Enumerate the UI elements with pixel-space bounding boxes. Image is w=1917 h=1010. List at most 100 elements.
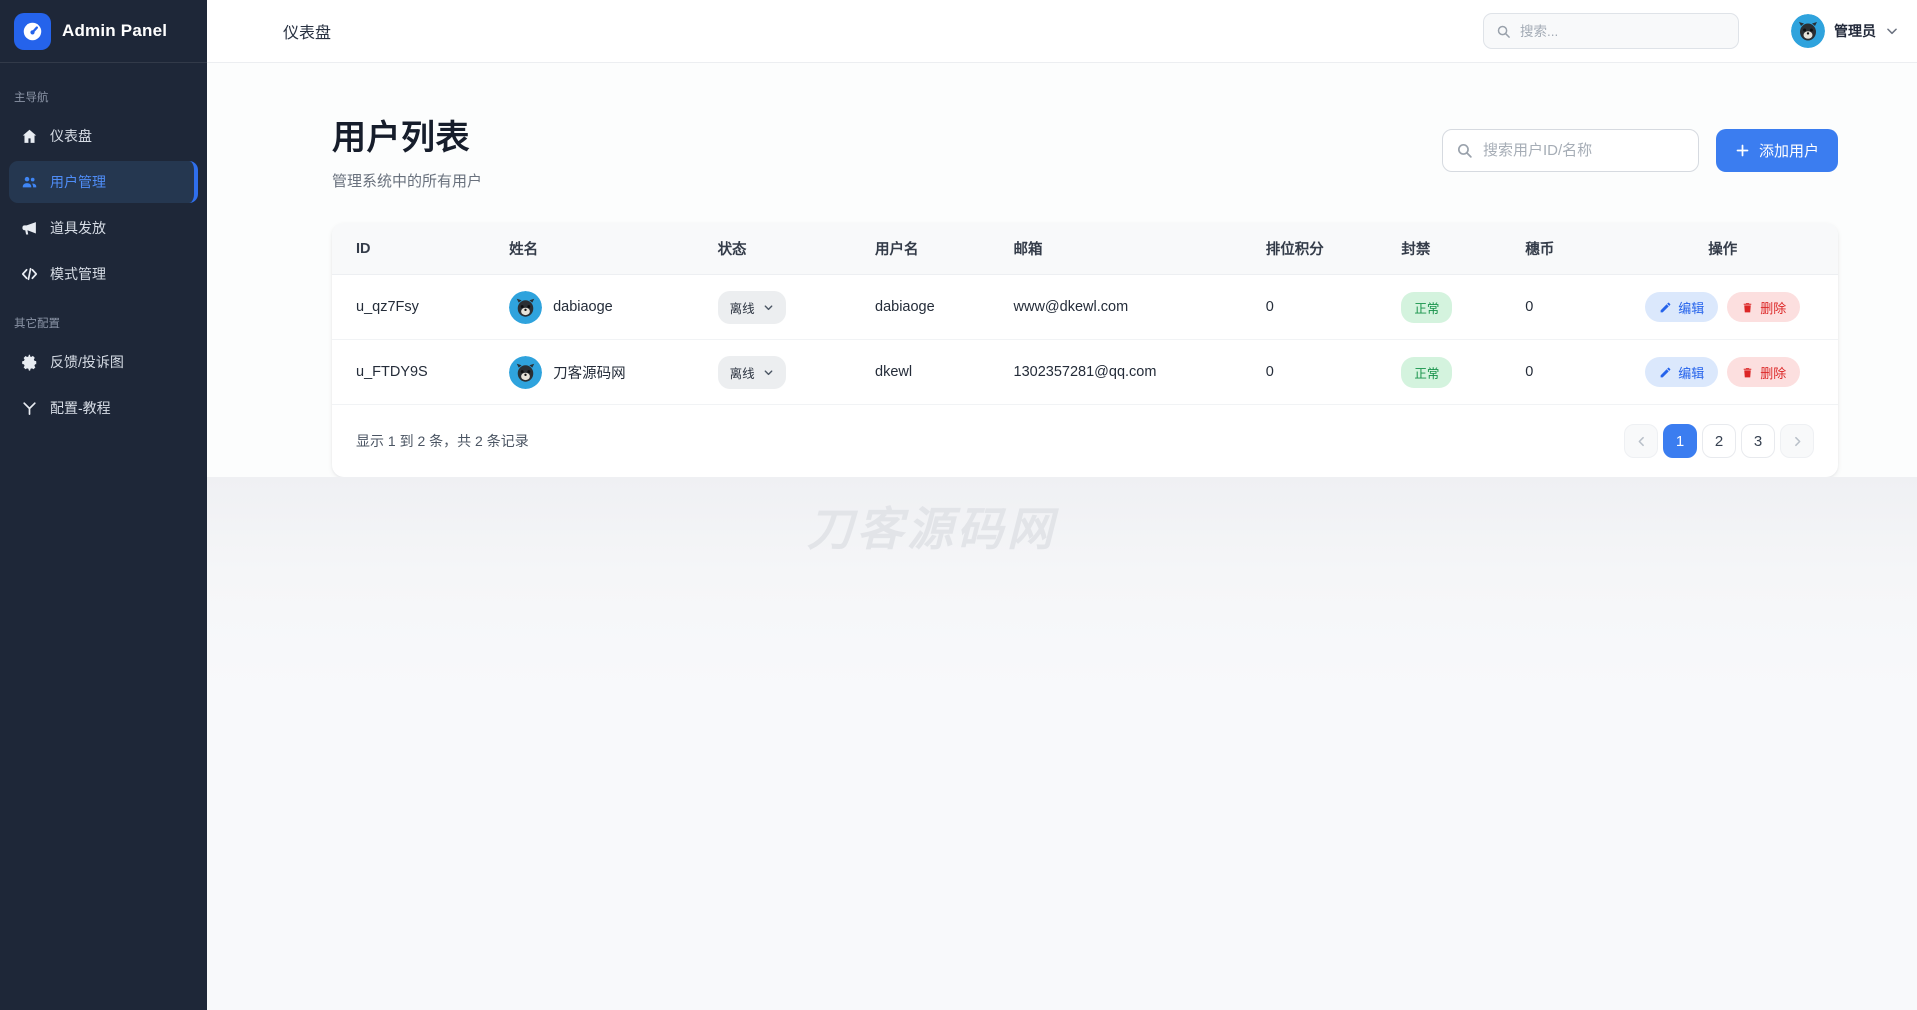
next-page-button[interactable] — [1780, 424, 1814, 458]
sidebar-nav: 主导航 仪表盘 用户管理 道具发放 模式管理 其它配置 — [0, 63, 207, 439]
col-header-points: 排位积分 — [1266, 238, 1402, 259]
topbar: 仪表盘 管理员 — [207, 0, 1917, 63]
chevron-down-icon — [763, 367, 774, 378]
sidebar-item-label: 用户管理 — [50, 172, 106, 192]
cell-user-name: dabiaoge — [553, 299, 613, 315]
users-icon — [21, 174, 38, 191]
search-icon — [1496, 24, 1511, 39]
status-select[interactable]: 离线 — [718, 356, 786, 389]
row-avatar — [509, 356, 542, 389]
delete-button[interactable]: 删除 — [1727, 292, 1800, 322]
trash-icon — [1741, 366, 1754, 379]
chevron-down-icon — [763, 302, 774, 313]
col-header-actions: 操作 — [1632, 238, 1814, 259]
brand: Admin Panel — [0, 0, 207, 63]
cell-user-id: u_qz7Fsy — [356, 299, 509, 315]
users-table-card: ID 姓名 状态 用户名 邮箱 排位积分 封禁 穗币 操作 u_qz7Fsy d… — [332, 223, 1838, 477]
page-button-3[interactable]: 3 — [1741, 424, 1775, 458]
user-avatar — [1791, 14, 1825, 48]
delete-label: 删除 — [1760, 363, 1786, 382]
page-button-1[interactable]: 1 — [1663, 424, 1697, 458]
col-header-name: 姓名 — [509, 238, 717, 259]
table-header-row: ID 姓名 状态 用户名 邮箱 排位积分 封禁 穗币 操作 — [332, 223, 1838, 275]
trash-icon — [1741, 301, 1754, 314]
status-value: 离线 — [730, 298, 755, 317]
sidebar-item-config-tutorial[interactable]: 配置-教程 — [9, 387, 198, 429]
code-icon — [21, 266, 38, 283]
user-search-input[interactable] — [1483, 142, 1685, 159]
watermark: 刀客源码网 — [807, 493, 1057, 559]
cell-user-id: u_FTDY9S — [356, 364, 509, 380]
edit-label: 编辑 — [1678, 363, 1704, 382]
sidebar-item-users[interactable]: 用户管理 — [9, 161, 198, 203]
pagination: 1 2 3 — [1624, 424, 1814, 458]
nav-section-label-other: 其它配置 — [0, 315, 207, 331]
plus-icon — [1735, 143, 1750, 158]
table-footer: 显示 1 到 2 条，共 2 条记录 1 2 3 — [332, 405, 1838, 477]
speedometer-logo-icon — [14, 13, 51, 50]
ban-status-badge: 正常 — [1401, 357, 1452, 388]
edit-button[interactable]: 编辑 — [1645, 357, 1718, 387]
ban-status-badge: 正常 — [1401, 292, 1452, 323]
sidebar-item-label: 配置-教程 — [50, 398, 111, 418]
page-title: 用户列表 — [332, 110, 482, 159]
prev-page-button[interactable] — [1624, 424, 1658, 458]
cell-username: dabiaoge — [875, 299, 1014, 315]
global-search-input[interactable] — [1520, 24, 1726, 39]
add-user-label: 添加用户 — [1759, 140, 1819, 161]
status-value: 离线 — [730, 363, 755, 382]
chevron-down-icon — [1885, 24, 1899, 38]
cell-points: 0 — [1266, 364, 1402, 380]
cell-coins: 0 — [1525, 299, 1631, 315]
status-select[interactable]: 离线 — [718, 291, 786, 324]
sidebar-item-mode-management[interactable]: 模式管理 — [9, 253, 198, 295]
sidebar-item-feedback[interactable]: 反馈/投诉图 — [9, 341, 198, 383]
edit-label: 编辑 — [1678, 298, 1704, 317]
main-area: 仪表盘 管理员 用户列表 管理系统中的所有用户 — [207, 0, 1917, 1010]
pencil-icon — [1659, 301, 1672, 314]
user-name: 管理员 — [1834, 21, 1876, 41]
table-row: u_FTDY9S 刀客源码网 离线 dkewl 1302357281@qq.co… — [332, 340, 1838, 405]
branch-icon — [21, 400, 38, 417]
col-header-status: 状态 — [718, 238, 875, 259]
content-section: 用户列表 管理系统中的所有用户 添加用户 — [207, 63, 1917, 477]
sidebar-item-label: 道具发放 — [50, 218, 106, 238]
cell-points: 0 — [1266, 299, 1402, 315]
page-subtitle: 管理系统中的所有用户 — [332, 170, 482, 191]
chevron-left-icon — [1635, 435, 1648, 448]
cell-email: www@dkewl.com — [1014, 299, 1266, 315]
app-title: Admin Panel — [62, 21, 167, 41]
row-avatar — [509, 291, 542, 324]
records-summary: 显示 1 到 2 条，共 2 条记录 — [356, 431, 529, 451]
col-header-email: 邮箱 — [1014, 238, 1266, 259]
user-menu[interactable]: 管理员 — [1791, 14, 1899, 48]
edit-button[interactable]: 编辑 — [1645, 292, 1718, 322]
col-header-ban: 封禁 — [1401, 238, 1525, 259]
content-lower: 刀客源码网 — [207, 477, 1917, 1010]
pencil-icon — [1659, 366, 1672, 379]
gear-icon — [21, 354, 38, 371]
table-row: u_qz7Fsy dabiaoge 离线 dabiaoge www@dkewl.… — [332, 275, 1838, 340]
cell-user-name: 刀客源码网 — [553, 362, 626, 383]
delete-label: 删除 — [1760, 298, 1786, 317]
col-header-coins: 穗币 — [1525, 238, 1631, 259]
page-head: 用户列表 管理系统中的所有用户 添加用户 — [332, 110, 1838, 191]
user-search — [1442, 129, 1699, 172]
chevron-right-icon — [1791, 435, 1804, 448]
sidebar: Admin Panel 主导航 仪表盘 用户管理 道具发放 模式管理 — [0, 0, 207, 1010]
add-user-button[interactable]: 添加用户 — [1716, 129, 1838, 172]
delete-button[interactable]: 删除 — [1727, 357, 1800, 387]
sidebar-item-item-grant[interactable]: 道具发放 — [9, 207, 198, 249]
col-header-username: 用户名 — [875, 238, 1014, 259]
megaphone-icon — [21, 220, 38, 237]
sidebar-item-label: 反馈/投诉图 — [50, 352, 124, 372]
cell-email: 1302357281@qq.com — [1014, 364, 1266, 380]
home-icon — [21, 128, 38, 145]
topbar-search — [1483, 13, 1739, 49]
sidebar-item-label: 模式管理 — [50, 264, 106, 284]
cell-coins: 0 — [1525, 364, 1631, 380]
page-button-2[interactable]: 2 — [1702, 424, 1736, 458]
search-icon — [1456, 142, 1473, 159]
sidebar-item-dashboard[interactable]: 仪表盘 — [9, 115, 198, 157]
col-header-id: ID — [356, 241, 509, 257]
